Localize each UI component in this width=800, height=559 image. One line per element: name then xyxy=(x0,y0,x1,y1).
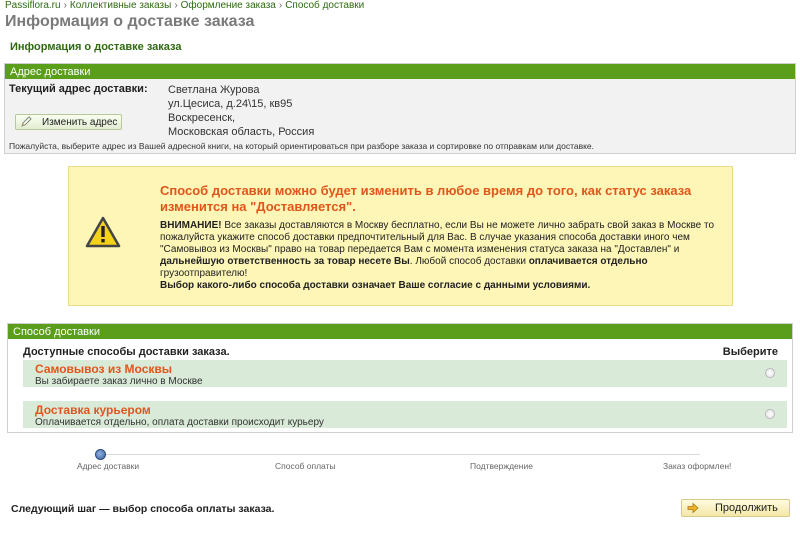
progress-step-address: Адрес доставки xyxy=(77,461,140,471)
warning-icon xyxy=(85,216,121,248)
warning-text: . Любой способ доставки xyxy=(409,256,529,267)
progress-track xyxy=(100,454,700,455)
address-lines: Светлана Журова ул.Цесиса, д.24\15, кв95… xyxy=(168,83,314,139)
warning-body: ВНИМАНИЕ! Все заказы доставляются в Моск… xyxy=(160,220,725,292)
pencil-icon xyxy=(21,116,32,127)
section-subtitle: Информация о доставке заказа xyxy=(10,41,182,53)
address-note: Пожалуйста, выберите адрес из Вашей адре… xyxy=(9,141,595,151)
choose-label: Выберите xyxy=(722,346,778,358)
address-line: Светлана Журова xyxy=(168,84,260,96)
warning-title: Способ доставки можно будет изменить в л… xyxy=(160,183,692,214)
breadcrumb: Passiflora.ru › Коллективные заказы › Оформл… xyxy=(5,0,364,11)
available-methods-label: Доступные способы доставки заказа. xyxy=(23,346,230,358)
delivery-panel-header: Способ доставки xyxy=(8,324,792,339)
progress-step-completed: Заказ оформлен! xyxy=(663,461,732,471)
warning-bold-text: дальнейшую ответственность за товар несе… xyxy=(160,256,410,267)
warning-panel: Способ доставки можно будет изменить в л… xyxy=(68,166,733,306)
continue-button-label: Продолжить xyxy=(715,502,778,514)
breadcrumb-separator: › xyxy=(63,0,67,11)
breadcrumb-link-delivery-method[interactable]: Способ доставки xyxy=(285,0,364,11)
progress-step-payment: Способ оплаты xyxy=(275,461,336,471)
address-line: Воскресенск, xyxy=(168,112,236,124)
progress-current-marker xyxy=(95,449,106,460)
page-title: Информация о доставке заказа xyxy=(5,13,255,30)
delivery-option-radio[interactable] xyxy=(765,368,775,378)
warning-consent-text: Выбор какого-либо способа доставки означ… xyxy=(160,280,591,291)
change-address-label: Изменить адрес xyxy=(42,116,118,128)
change-address-button[interactable]: Изменить адрес xyxy=(15,114,122,130)
arrow-right-icon xyxy=(687,502,699,514)
breadcrumb-link-home[interactable]: Passiflora.ru xyxy=(5,0,61,11)
delivery-option-description: Оплачивается отдельно, оплата доставки п… xyxy=(35,417,324,428)
next-step-text: Следующий шаг — выбор способа оплаты зак… xyxy=(11,503,275,515)
delivery-option-description: Вы забираете заказ лично в Москве xyxy=(35,376,203,387)
continue-button[interactable]: Продолжить xyxy=(681,499,790,517)
delivery-option-pickup[interactable]: Самовывоз из Москвы Вы забираете заказ л… xyxy=(23,360,787,387)
current-address-label: Текущий адрес доставки: xyxy=(9,83,148,95)
breadcrumb-separator: › xyxy=(278,0,283,11)
breadcrumb-link-checkout[interactable]: Оформление заказа xyxy=(181,0,276,11)
address-line: Московская область, Россия xyxy=(168,126,315,138)
address-panel: Адрес доставки Текущий адрес доставки: С… xyxy=(4,63,796,154)
warning-text: Все заказы доставляются в Москву бесплат… xyxy=(160,220,715,255)
delivery-option-title: Доставка курьером xyxy=(35,403,151,417)
breadcrumb-link-collective-orders[interactable]: Коллективные заказы xyxy=(70,0,171,11)
address-line: ул.Цесиса, д.24\15, кв95 xyxy=(168,98,293,110)
address-panel-header: Адрес доставки xyxy=(5,64,795,79)
delivery-option-courier[interactable]: Доставка курьером Оплачивается отдельно,… xyxy=(23,401,787,428)
breadcrumb-separator: › xyxy=(174,0,178,11)
progress-step-confirmation: Подтверждение xyxy=(470,461,533,471)
delivery-method-panel: Способ доставки Доступные способы достав… xyxy=(7,323,793,433)
warning-text: грузоотправителю! xyxy=(160,268,248,279)
delivery-option-title: Самовывоз из Москвы xyxy=(35,362,172,376)
delivery-option-radio[interactable] xyxy=(765,409,775,419)
warning-attention: ВНИМАНИЕ! xyxy=(160,220,222,231)
warning-bold-text: оплачивается отдельно xyxy=(528,256,648,267)
